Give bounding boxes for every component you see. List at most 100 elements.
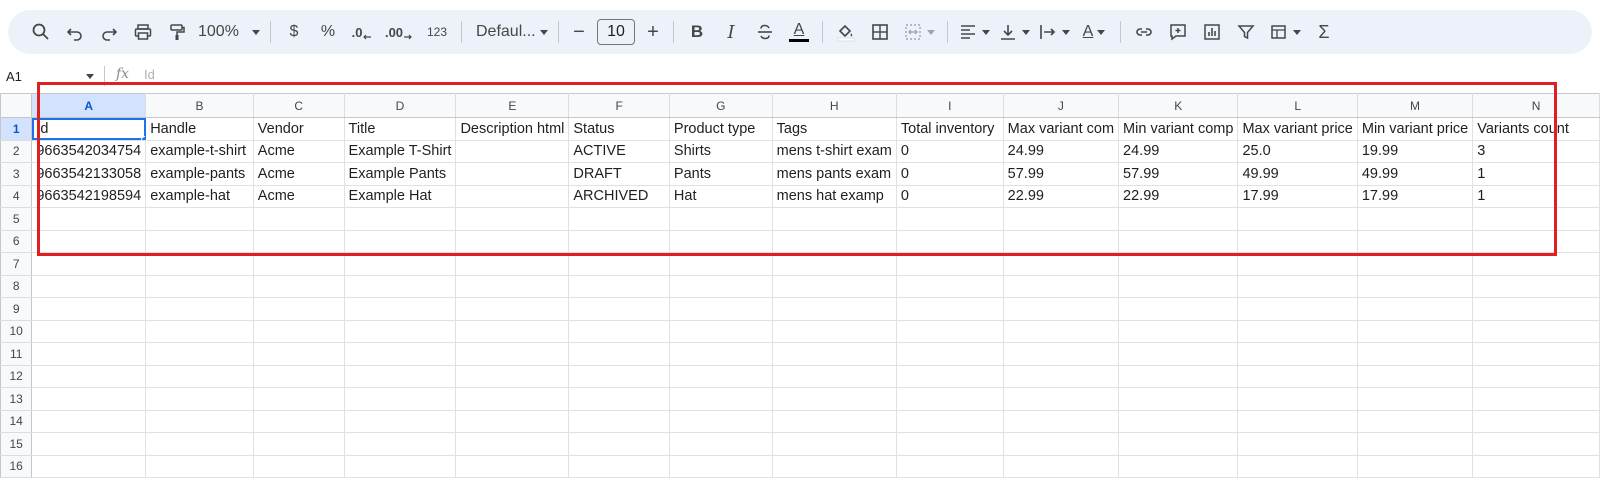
cell-j3[interactable]: 57.99 xyxy=(1002,162,1120,186)
cell-b2[interactable]: example-t-shirt xyxy=(145,139,254,163)
cell-n16[interactable] xyxy=(1472,454,1600,478)
cell-j7[interactable] xyxy=(1002,252,1120,276)
cell-k2[interactable]: 24.99 xyxy=(1118,139,1239,163)
cell-i9[interactable] xyxy=(895,297,1004,321)
borders-icon[interactable] xyxy=(863,16,897,48)
cell-h16[interactable] xyxy=(771,454,897,478)
cell-m3[interactable]: 49.99 xyxy=(1356,162,1474,186)
cell-k8[interactable] xyxy=(1118,274,1239,298)
cell-n13[interactable] xyxy=(1472,387,1600,411)
cell-k5[interactable] xyxy=(1118,207,1239,231)
cell-f11[interactable] xyxy=(568,342,670,366)
cell-h8[interactable] xyxy=(771,274,897,298)
cell-n10[interactable] xyxy=(1472,319,1600,343)
column-header-f[interactable]: F xyxy=(568,93,670,118)
cell-d11[interactable] xyxy=(343,342,457,366)
cell-j15[interactable] xyxy=(1002,432,1120,456)
cell-n8[interactable] xyxy=(1472,274,1600,298)
cell-c10[interactable] xyxy=(252,319,345,343)
cell-a15[interactable] xyxy=(31,432,147,456)
row-header-9[interactable]: 9 xyxy=(0,297,33,321)
cell-f2[interactable]: ACTIVE xyxy=(568,139,670,163)
cell-j10[interactable] xyxy=(1002,319,1120,343)
zoom-select[interactable]: 100% xyxy=(194,16,264,48)
cell-k14[interactable] xyxy=(1118,409,1239,433)
cell-i10[interactable] xyxy=(895,319,1004,343)
cell-d13[interactable] xyxy=(343,387,457,411)
cell-c1[interactable]: Vendor xyxy=(252,117,345,141)
cell-l9[interactable] xyxy=(1237,297,1358,321)
cell-h14[interactable] xyxy=(771,409,897,433)
horizontal-align-button[interactable] xyxy=(954,16,994,48)
cell-b4[interactable]: example-hat xyxy=(145,184,254,208)
cell-g6[interactable] xyxy=(668,229,773,253)
filter-views-button[interactable] xyxy=(1263,16,1307,48)
cell-k7[interactable] xyxy=(1118,252,1239,276)
search-menus-icon[interactable] xyxy=(24,16,58,48)
cell-d7[interactable] xyxy=(343,252,457,276)
cell-l7[interactable] xyxy=(1237,252,1358,276)
text-color-button[interactable]: A xyxy=(782,16,816,48)
cell-j4[interactable]: 22.99 xyxy=(1002,184,1120,208)
cell-k15[interactable] xyxy=(1118,432,1239,456)
cell-m11[interactable] xyxy=(1356,342,1474,366)
cell-g1[interactable]: Product type xyxy=(668,117,773,141)
cell-h5[interactable] xyxy=(771,207,897,231)
more-formats-button[interactable]: 123 xyxy=(419,16,455,48)
cell-c8[interactable] xyxy=(252,274,345,298)
cell-e13[interactable] xyxy=(455,387,570,411)
cell-i1[interactable]: Total inventory xyxy=(895,117,1004,141)
functions-button[interactable]: Σ xyxy=(1307,16,1341,48)
cell-a6[interactable] xyxy=(31,229,147,253)
undo-icon[interactable] xyxy=(58,16,92,48)
cell-l12[interactable] xyxy=(1237,364,1358,388)
percent-format-button[interactable]: % xyxy=(311,16,345,48)
redo-icon[interactable] xyxy=(92,16,126,48)
cell-c5[interactable] xyxy=(252,207,345,231)
cell-l11[interactable] xyxy=(1237,342,1358,366)
cell-b16[interactable] xyxy=(145,454,254,478)
cell-d3[interactable]: Example Pants xyxy=(343,162,457,186)
cell-d15[interactable] xyxy=(343,432,457,456)
cell-l13[interactable] xyxy=(1237,387,1358,411)
cell-g15[interactable] xyxy=(668,432,773,456)
print-icon[interactable] xyxy=(126,16,160,48)
cell-k9[interactable] xyxy=(1118,297,1239,321)
row-header-3[interactable]: 3 xyxy=(0,162,33,186)
cell-m14[interactable] xyxy=(1356,409,1474,433)
cell-a8[interactable] xyxy=(31,274,147,298)
cell-b6[interactable] xyxy=(145,229,254,253)
cell-c16[interactable] xyxy=(252,454,345,478)
cell-k16[interactable] xyxy=(1118,454,1239,478)
vertical-align-button[interactable] xyxy=(994,16,1034,48)
select-all-corner[interactable] xyxy=(0,93,33,118)
cell-d4[interactable]: Example Hat xyxy=(343,184,457,208)
cell-e4[interactable] xyxy=(455,184,570,208)
cell-f12[interactable] xyxy=(568,364,670,388)
cell-f5[interactable] xyxy=(568,207,670,231)
cell-n1[interactable]: Variants count xyxy=(1472,117,1600,141)
cell-m10[interactable] xyxy=(1356,319,1474,343)
paint-format-icon[interactable] xyxy=(160,16,194,48)
cell-f9[interactable] xyxy=(568,297,670,321)
cell-d8[interactable] xyxy=(343,274,457,298)
cell-m4[interactable]: 17.99 xyxy=(1356,184,1474,208)
column-header-j[interactable]: J xyxy=(1002,93,1120,118)
cell-g8[interactable] xyxy=(668,274,773,298)
cell-h13[interactable] xyxy=(771,387,897,411)
row-header-15[interactable]: 15 xyxy=(0,432,33,456)
column-header-c[interactable]: C xyxy=(252,93,345,118)
cell-l4[interactable]: 17.99 xyxy=(1237,184,1358,208)
row-header-4[interactable]: 4 xyxy=(0,184,33,208)
cell-b9[interactable] xyxy=(145,297,254,321)
cell-c9[interactable] xyxy=(252,297,345,321)
insert-comment-icon[interactable] xyxy=(1161,16,1195,48)
cell-b15[interactable] xyxy=(145,432,254,456)
cell-m6[interactable] xyxy=(1356,229,1474,253)
cell-e11[interactable] xyxy=(455,342,570,366)
cell-j16[interactable] xyxy=(1002,454,1120,478)
cell-c6[interactable] xyxy=(252,229,345,253)
cell-j6[interactable] xyxy=(1002,229,1120,253)
cell-e15[interactable] xyxy=(455,432,570,456)
cell-f15[interactable] xyxy=(568,432,670,456)
